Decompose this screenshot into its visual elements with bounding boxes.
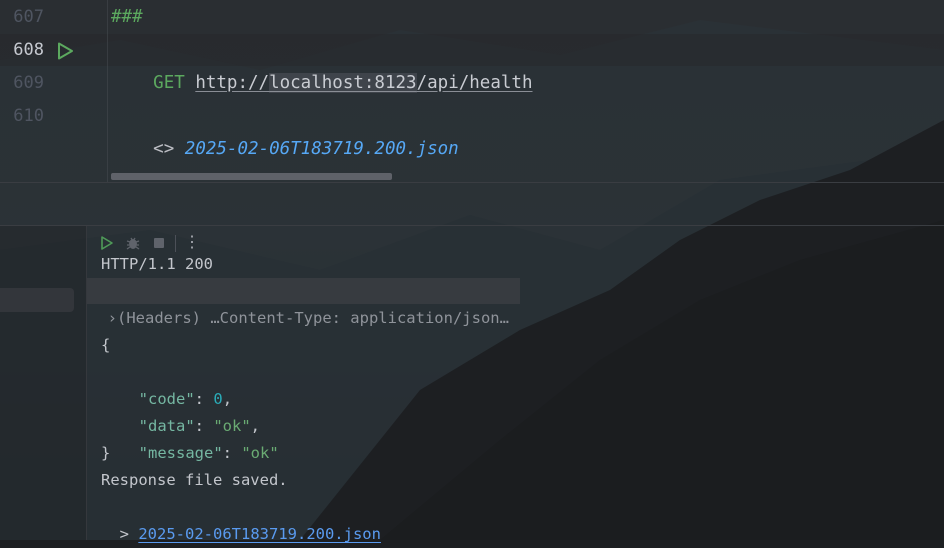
- saved-file-link[interactable]: 2025-02-06T183719.200.json: [138, 525, 381, 543]
- json-key: "message": [138, 444, 223, 462]
- code-line-response-ref: <> 2025-02-06T183719.200.json: [111, 100, 459, 159]
- response-ref-prefix: <>: [153, 139, 175, 159]
- code-line-separator: ###: [111, 7, 143, 27]
- saved-message: Response file saved.: [101, 471, 288, 489]
- headers-summary: (Headers) …Content-Type: application/jso…: [117, 309, 509, 327]
- editor-gutter-border: [107, 0, 108, 183]
- run-request-icon[interactable]: [55, 41, 75, 61]
- json-value: "ok": [241, 444, 279, 462]
- debug-icon[interactable]: [124, 234, 142, 252]
- horizontal-scrollbar[interactable]: [111, 173, 392, 180]
- line-number: 609: [0, 67, 60, 100]
- line-number: 607: [0, 1, 60, 34]
- stop-icon[interactable]: [150, 234, 168, 252]
- code-editor: 607 608 609 610 ### GET http://localhost…: [0, 0, 944, 183]
- url-path: /api/health: [416, 73, 533, 93]
- chevron-right-icon[interactable]: ›: [108, 309, 117, 327]
- saved-prefix: >: [119, 525, 139, 543]
- url-host: localhost:8123: [269, 73, 417, 93]
- response-file-link[interactable]: 2025-02-06T183719.200.json: [185, 139, 459, 159]
- line-number-607: 607: [13, 7, 44, 27]
- editor-bottom-divider: [0, 182, 944, 183]
- panel-vertical-border: [86, 226, 87, 540]
- status-line: HTTP/1.1 200: [101, 255, 213, 273]
- json-field: "message": "ok": [138, 444, 279, 462]
- line-number-610: 610: [13, 106, 44, 126]
- json-close-brace: }: [101, 444, 111, 462]
- run-icon[interactable]: [98, 234, 116, 252]
- line-number-609: 609: [13, 73, 44, 93]
- services-tree-panel: [0, 226, 86, 540]
- toolbar-separator: [175, 235, 176, 252]
- json-open-brace: {: [101, 336, 111, 354]
- line-number-608: 608: [13, 40, 44, 60]
- code-line-request[interactable]: GET http://localhost:8123/api/health: [111, 34, 533, 93]
- selected-tree-item[interactable]: [0, 288, 74, 312]
- output-toolbar: ⋮: [87, 226, 944, 260]
- line-number: 608: [0, 34, 60, 67]
- line-number: 610: [0, 100, 60, 133]
- request-url[interactable]: http://localhost:8123/api/health: [195, 73, 533, 93]
- url-scheme: http://: [195, 73, 270, 93]
- headers-row[interactable]: ›(Headers) …Content-Type: application/js…: [89, 278, 509, 332]
- more-icon[interactable]: ⋮: [184, 230, 202, 251]
- http-method: GET: [153, 73, 185, 93]
